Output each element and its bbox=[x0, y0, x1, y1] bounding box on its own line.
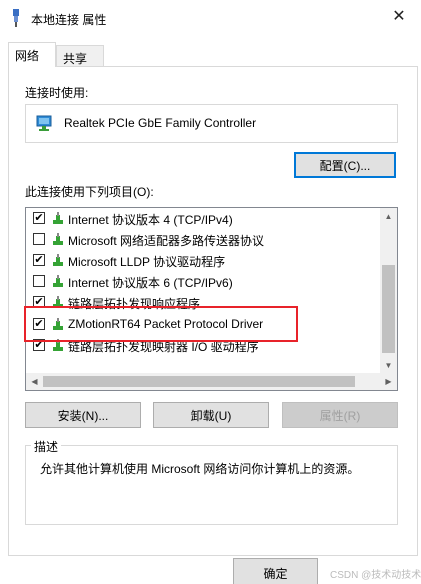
close-button[interactable]: ✕ bbox=[377, 0, 421, 32]
list-item[interactable]: Internet 协议版本 6 (TCP/IPv6) bbox=[26, 271, 380, 292]
adapter-name: Realtek PCIe GbE Family Controller bbox=[64, 116, 257, 130]
protocol-icon bbox=[53, 233, 63, 245]
description-group bbox=[25, 445, 398, 525]
item-label: Microsoft LLDP 协议驱动程序 bbox=[68, 255, 226, 269]
list-item[interactable]: ✔ Internet 协议版本 4 (TCP/IPv4) bbox=[26, 208, 380, 229]
item-checkbox[interactable]: ✔ bbox=[33, 212, 45, 224]
configure-label: 配置(C)... bbox=[319, 158, 371, 173]
scroll-left-arrow-icon[interactable]: ◀ bbox=[26, 373, 43, 390]
scroll-right-arrow-icon[interactable]: ▶ bbox=[380, 373, 397, 390]
ok-label: 确定 bbox=[263, 566, 288, 581]
protocol-icon bbox=[53, 212, 63, 224]
item-label: Internet 协议版本 6 (TCP/IPv6) bbox=[68, 276, 233, 290]
item-label: Microsoft 网络适配器多路传送器协议 bbox=[68, 234, 265, 248]
item-checkbox[interactable]: ✔ bbox=[33, 254, 45, 266]
tab-label: 网络 bbox=[15, 49, 40, 63]
network-cable-icon bbox=[13, 9, 19, 27]
properties-button[interactable]: 属性(R) bbox=[282, 402, 398, 428]
configure-button[interactable]: 配置(C)... bbox=[294, 152, 396, 178]
tab-label: 共享 bbox=[63, 52, 88, 66]
network-adapter-icon bbox=[36, 115, 52, 131]
close-icon: ✕ bbox=[392, 8, 406, 25]
ok-button[interactable]: 确定 bbox=[233, 558, 318, 584]
properties-label: 属性(R) bbox=[319, 408, 361, 423]
title-bar: 本地连接 属性 ✕ bbox=[0, 0, 421, 36]
item-checkbox[interactable] bbox=[33, 275, 45, 287]
vertical-scrollbar[interactable]: ▲ ▼ bbox=[380, 208, 397, 374]
vertical-scroll-thumb[interactable] bbox=[382, 265, 395, 353]
install-button[interactable]: 安装(N)... bbox=[25, 402, 141, 428]
protocol-icon bbox=[53, 275, 63, 287]
item-label: Internet 协议版本 4 (TCP/IPv4) bbox=[68, 213, 233, 227]
components-list[interactable]: ✔ Internet 协议版本 4 (TCP/IPv4) Microsoft 网… bbox=[25, 207, 398, 391]
horizontal-scrollbar[interactable]: ◀ ▶ bbox=[26, 373, 397, 390]
list-item[interactable]: ✔ Microsoft LLDP 协议驱动程序 bbox=[26, 250, 380, 271]
tab-networking[interactable]: 网络 bbox=[8, 42, 56, 67]
watermark: CSDN @技术动技术 bbox=[330, 570, 421, 581]
horizontal-scroll-thumb[interactable] bbox=[43, 376, 355, 387]
adapter-box: Realtek PCIe GbE Family Controller bbox=[25, 104, 398, 143]
scroll-down-arrow-icon[interactable]: ▼ bbox=[380, 357, 397, 374]
items-label: 此连接使用下列项目(O): bbox=[25, 185, 154, 199]
uninstall-button[interactable]: 卸载(U) bbox=[153, 402, 269, 428]
list-item[interactable]: Microsoft 网络适配器多路传送器协议 bbox=[26, 229, 380, 250]
description-text: 允许其他计算机使用 Microsoft 网络访问你计算机上的资源。 bbox=[40, 462, 360, 476]
scroll-up-arrow-icon[interactable]: ▲ bbox=[380, 208, 397, 225]
window-title: 本地连接 属性 bbox=[31, 13, 107, 27]
uninstall-label: 卸载(U) bbox=[190, 408, 232, 423]
description-title: 描述 bbox=[31, 438, 62, 455]
install-label: 安装(N)... bbox=[57, 408, 109, 423]
highlight-annotation bbox=[24, 306, 298, 342]
connect-using-label: 连接时使用: bbox=[25, 86, 89, 100]
tab-sharing[interactable]: 共享 bbox=[56, 45, 104, 67]
item-checkbox[interactable] bbox=[33, 233, 45, 245]
protocol-icon bbox=[53, 254, 63, 266]
